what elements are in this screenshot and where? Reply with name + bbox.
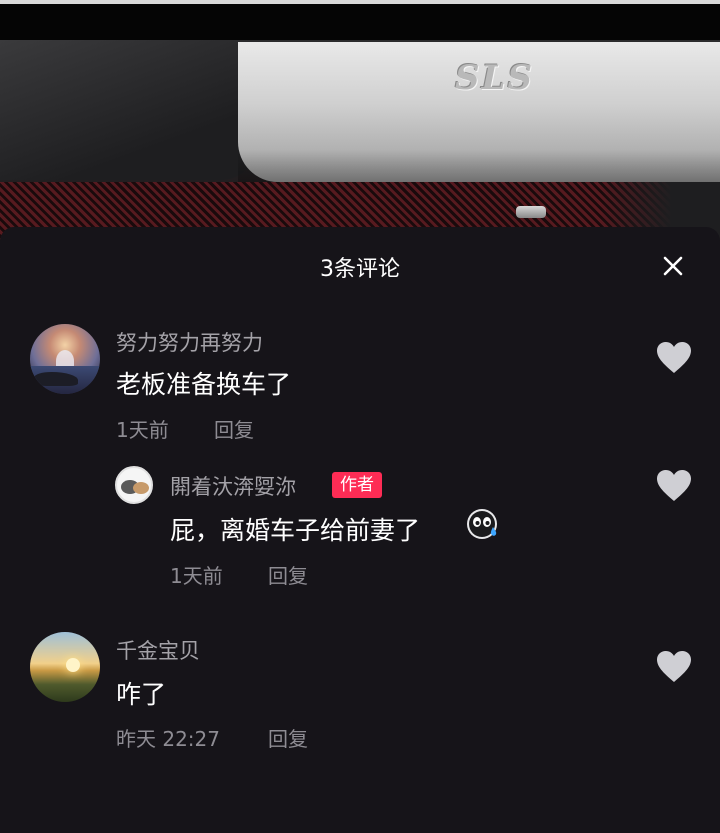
comment-username[interactable]: 千金宝贝 — [116, 635, 200, 665]
avatar[interactable] — [30, 324, 100, 394]
heart-icon[interactable] — [656, 650, 692, 684]
video-top-bar — [0, 4, 720, 40]
heart-icon[interactable] — [656, 341, 692, 375]
avatar-figure — [133, 482, 149, 494]
avatar[interactable] — [30, 632, 100, 702]
avatar[interactable] — [115, 466, 153, 504]
comment-time: 昨天 22:27 — [116, 727, 220, 751]
comments-sheet: 3条评论 努力努力再努力 老板准备换车了 1天前 回复 閞着汏渀娿沵 作者 屁，… — [0, 227, 720, 833]
sweat-face-emoji-icon — [467, 509, 497, 539]
close-button[interactable] — [656, 249, 690, 283]
avatar-sun — [66, 658, 80, 672]
bolt — [516, 206, 546, 218]
reply-button[interactable]: 回复 — [268, 723, 308, 752]
reply-button[interactable]: 回复 — [268, 560, 308, 589]
comment-text: 屁，离婚车子给前妻了 — [170, 516, 421, 545]
author-badge: 作者 — [332, 472, 382, 498]
comment-text: 咋了 — [116, 680, 167, 709]
comment-username[interactable]: 努力努力再努力 — [116, 327, 263, 357]
comment-time: 1天前 — [116, 418, 169, 442]
car-logo: SLS — [455, 58, 535, 98]
comment-time: 1天前 — [170, 564, 223, 588]
avatar-rock — [34, 372, 78, 386]
dashboard-panel — [0, 40, 260, 180]
comment-username[interactable]: 閞着汏渀娿沵 — [170, 471, 296, 501]
comments-title: 3条评论 — [320, 257, 400, 282]
reply-button[interactable]: 回复 — [214, 414, 254, 443]
heart-icon[interactable] — [656, 469, 692, 503]
comment-text: 老板准备换车了 — [116, 370, 292, 399]
video-background: SLS — [0, 0, 720, 240]
close-icon — [663, 256, 683, 276]
